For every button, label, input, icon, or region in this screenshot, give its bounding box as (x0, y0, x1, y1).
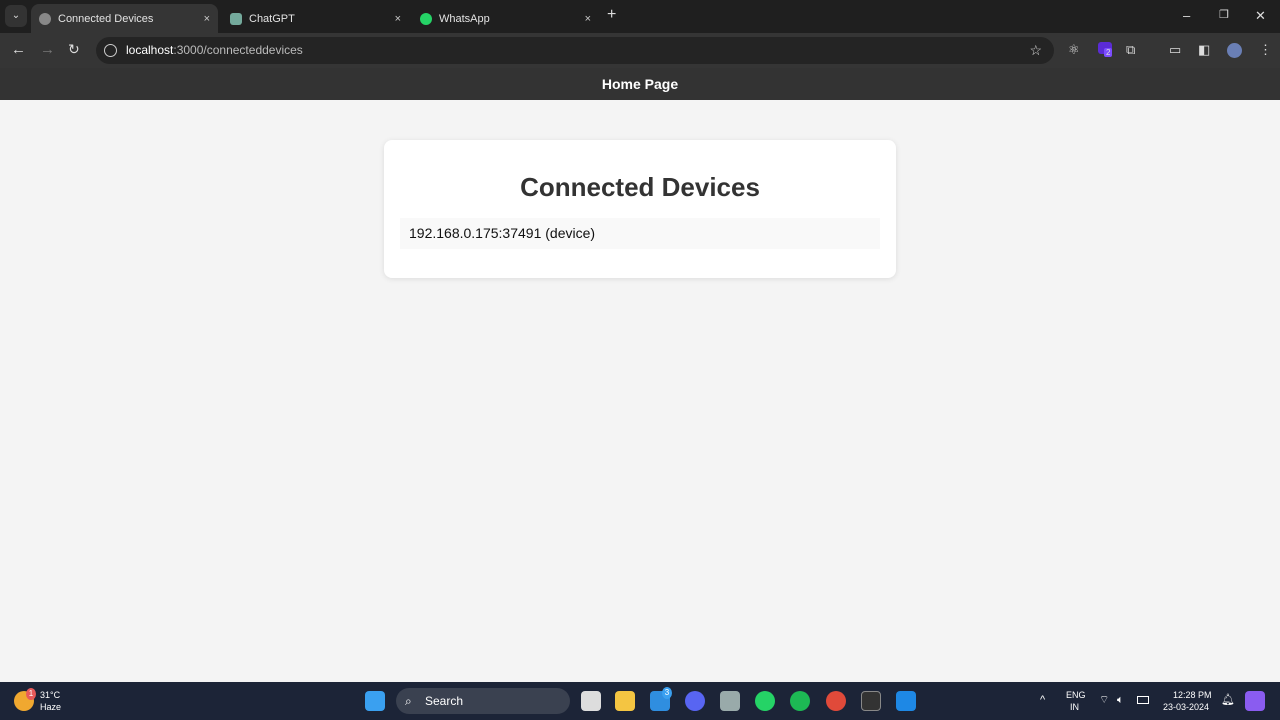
forward-button[interactable]: → (40, 41, 55, 58)
restore-button[interactable]: ❐ (1219, 8, 1229, 21)
weather-temp: 31°C (40, 690, 61, 700)
site-info-icon[interactable] (104, 44, 117, 57)
terminal-icon[interactable] (861, 691, 881, 711)
address-bar[interactable]: localhost:3000/connecteddevices ☆ (96, 37, 1054, 64)
new-tab-button[interactable]: + (607, 6, 616, 24)
extensions-puzzle-icon[interactable]: ⧉ (1126, 42, 1135, 58)
devices-card: Connected Devices 192.168.0.175:37491 (d… (384, 140, 896, 278)
globe-icon (39, 12, 51, 25)
browser-toolbar: ← → ↻ localhost:3000/connecteddevices ☆ … (0, 33, 1280, 68)
taskbar: 1 31°C Haze ⌕ Search 3 ^ ENG IN ⌔ 🔈︎ 12:… (0, 682, 1280, 720)
search-icon: ⌕ (405, 694, 412, 708)
settings-gear-icon[interactable] (720, 691, 740, 711)
tab-label: WhatsApp (439, 12, 490, 25)
side-panel-icon[interactable]: ◧ (1198, 42, 1210, 58)
taskbar-search[interactable]: ⌕ Search (396, 688, 570, 714)
vscode-icon[interactable] (896, 691, 916, 711)
copilot-icon[interactable] (1245, 691, 1265, 711)
menu-kebab-icon[interactable]: ⋮ (1259, 42, 1272, 58)
tab-label: ChatGPT (249, 12, 295, 25)
notification-bell-icon[interactable]: 🔔︎ (1221, 694, 1235, 706)
close-window-button[interactable]: ✕ (1255, 8, 1266, 24)
chatgpt-icon (230, 12, 242, 25)
weather-desc: Haze (40, 702, 62, 712)
tab-connected-devices[interactable]: Connected Devices × (31, 4, 218, 33)
extension-icon[interactable]: 2 (1098, 42, 1113, 57)
tab-bar: ⌄ Connected Devices × ChatGPT × WhatsApp… (0, 0, 1280, 33)
reload-button[interactable]: ↻ (68, 41, 80, 58)
device-list-item: 192.168.0.175:37491 (device) (400, 218, 880, 249)
weather-badge: 1 (26, 688, 36, 700)
tab-label: Connected Devices (58, 12, 154, 25)
close-tab-button[interactable]: × (585, 13, 591, 25)
home-page-link[interactable]: Home Page (0, 68, 1280, 100)
region[interactable]: IN (1070, 701, 1079, 713)
whatsapp-icon[interactable] (755, 691, 775, 711)
discord-icon[interactable] (685, 691, 705, 711)
tab-chatgpt[interactable]: ChatGPT × (222, 4, 409, 33)
search-label: Search (425, 694, 464, 708)
close-tab-button[interactable]: × (395, 13, 401, 25)
language[interactable]: ENG (1066, 689, 1086, 701)
clock-date[interactable]: 23-03-2024 (1163, 701, 1209, 713)
file-explorer-icon[interactable] (615, 691, 635, 711)
page-title: Connected Devices (520, 172, 760, 202)
start-windows-icon[interactable] (365, 691, 385, 711)
whatsapp-icon (420, 12, 432, 25)
back-button[interactable]: ← (11, 41, 26, 58)
spotify-icon[interactable] (790, 691, 810, 711)
url-path: :3000/connecteddevices (173, 43, 303, 57)
tab-search-button[interactable]: ⌄ (5, 5, 27, 27)
url-host: localhost (126, 43, 174, 57)
tab-whatsapp[interactable]: WhatsApp × (412, 4, 599, 33)
react-devtools-icon[interactable]: ⚛ (1068, 42, 1080, 58)
chrome-icon[interactable] (826, 691, 846, 711)
wifi-icon[interactable]: ⌔ (1099, 694, 1109, 706)
profile-avatar[interactable] (1227, 43, 1242, 58)
minimize-button[interactable]: – (1183, 8, 1190, 23)
close-tab-button[interactable]: × (204, 13, 210, 25)
battery-icon[interactable] (1137, 696, 1149, 704)
extension-badge: 2 (1104, 48, 1113, 57)
cast-icon[interactable]: ▭ (1169, 42, 1181, 58)
task-view-icon[interactable] (581, 691, 601, 711)
mail-badge: 3 (662, 687, 672, 699)
show-hidden-icons-chevron[interactable]: ^ (1040, 694, 1045, 706)
clock-time[interactable]: 12:28 PM (1173, 689, 1212, 701)
volume-icon[interactable]: 🔈︎ (1117, 694, 1124, 706)
bookmark-star-icon[interactable]: ☆ (1029, 37, 1042, 64)
